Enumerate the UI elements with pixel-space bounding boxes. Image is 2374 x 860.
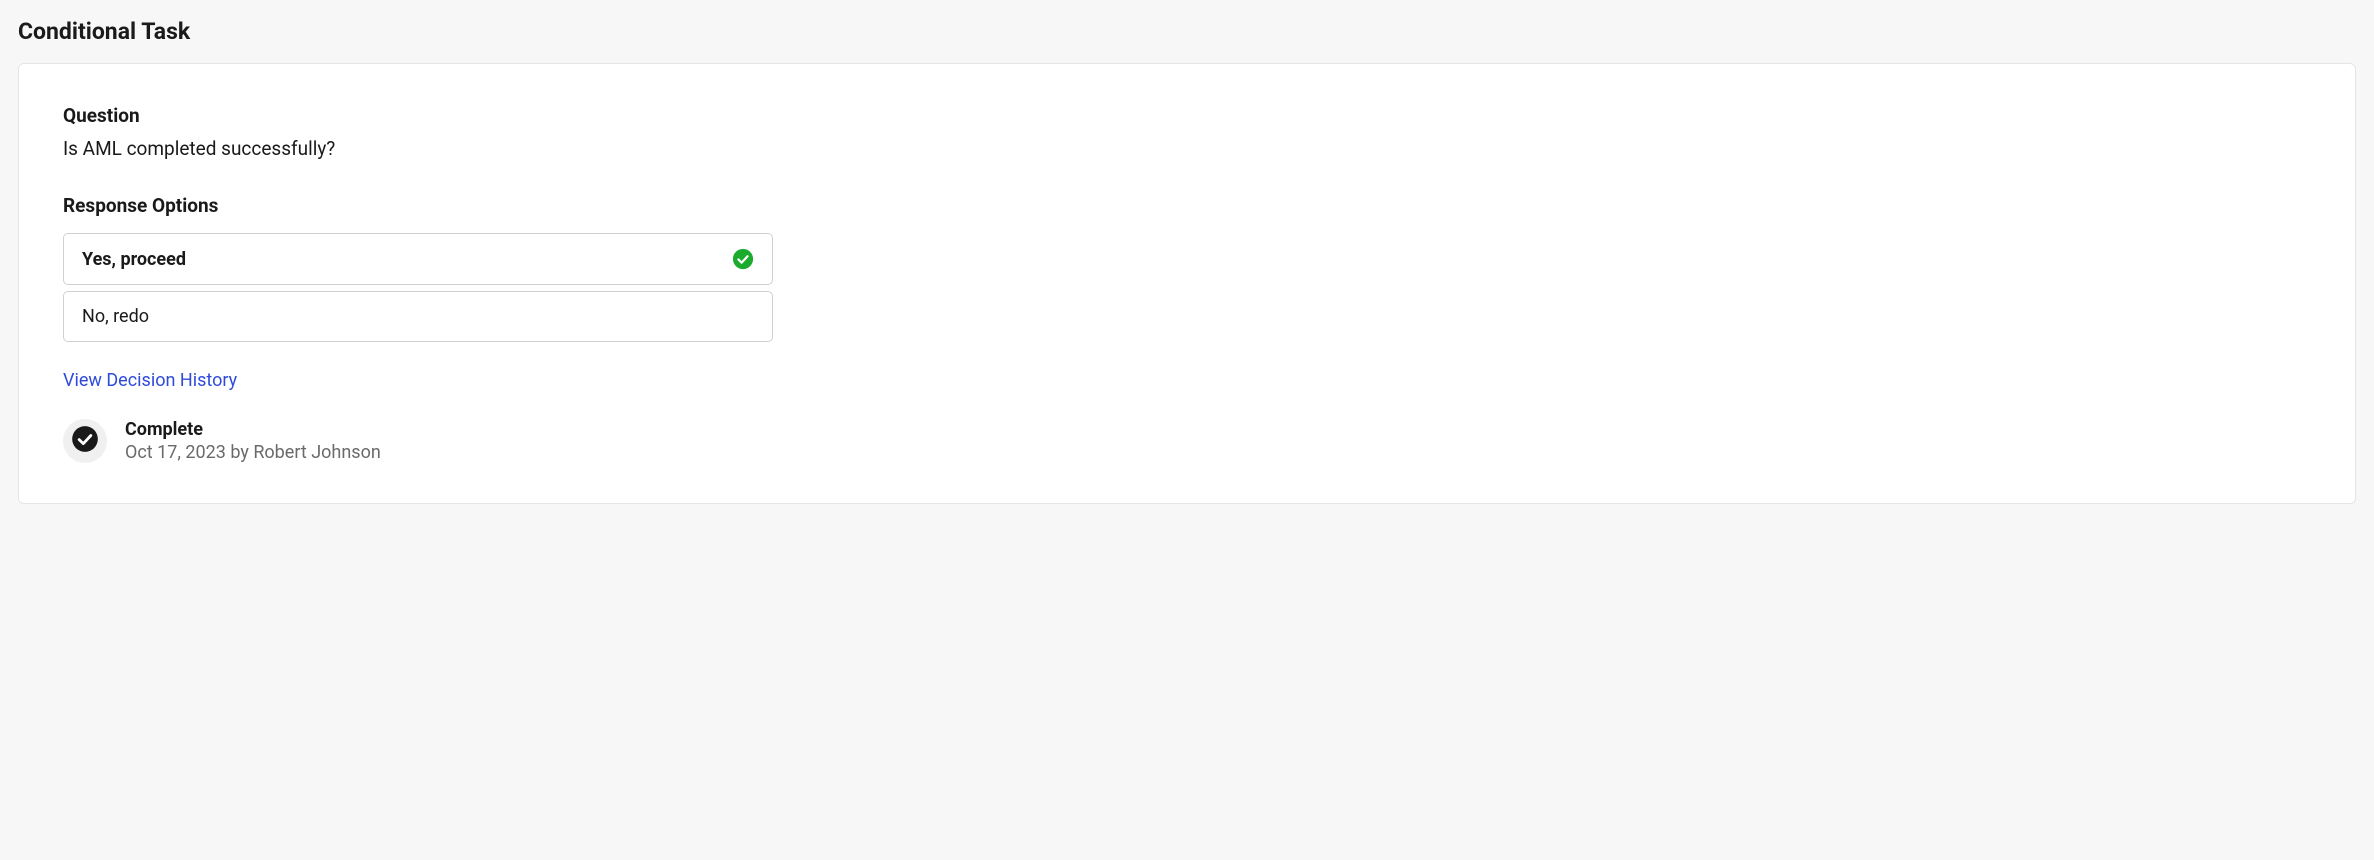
status-text-block: Complete Oct 17, 2023 by Robert Johnson	[125, 419, 381, 463]
status-label: Complete	[125, 419, 381, 440]
response-options-label: Response Options	[63, 194, 2311, 217]
check-circle-solid-icon	[71, 425, 99, 457]
task-card: Question Is AML completed successfully? …	[18, 63, 2356, 504]
status-row: Complete Oct 17, 2023 by Robert Johnson	[63, 419, 2311, 463]
response-option-no[interactable]: No, redo	[63, 291, 773, 342]
response-option-label: Yes, proceed	[82, 249, 186, 270]
response-option-label: No, redo	[82, 306, 149, 327]
page-title: Conditional Task	[18, 18, 2356, 45]
response-option-yes[interactable]: Yes, proceed	[63, 233, 773, 285]
question-label: Question	[63, 104, 2311, 127]
view-decision-history-link[interactable]: View Decision History	[63, 370, 237, 391]
status-meta: Oct 17, 2023 by Robert Johnson	[125, 442, 381, 463]
status-icon-container	[63, 419, 107, 463]
question-text: Is AML completed successfully?	[63, 137, 2311, 160]
check-circle-icon	[732, 248, 754, 270]
